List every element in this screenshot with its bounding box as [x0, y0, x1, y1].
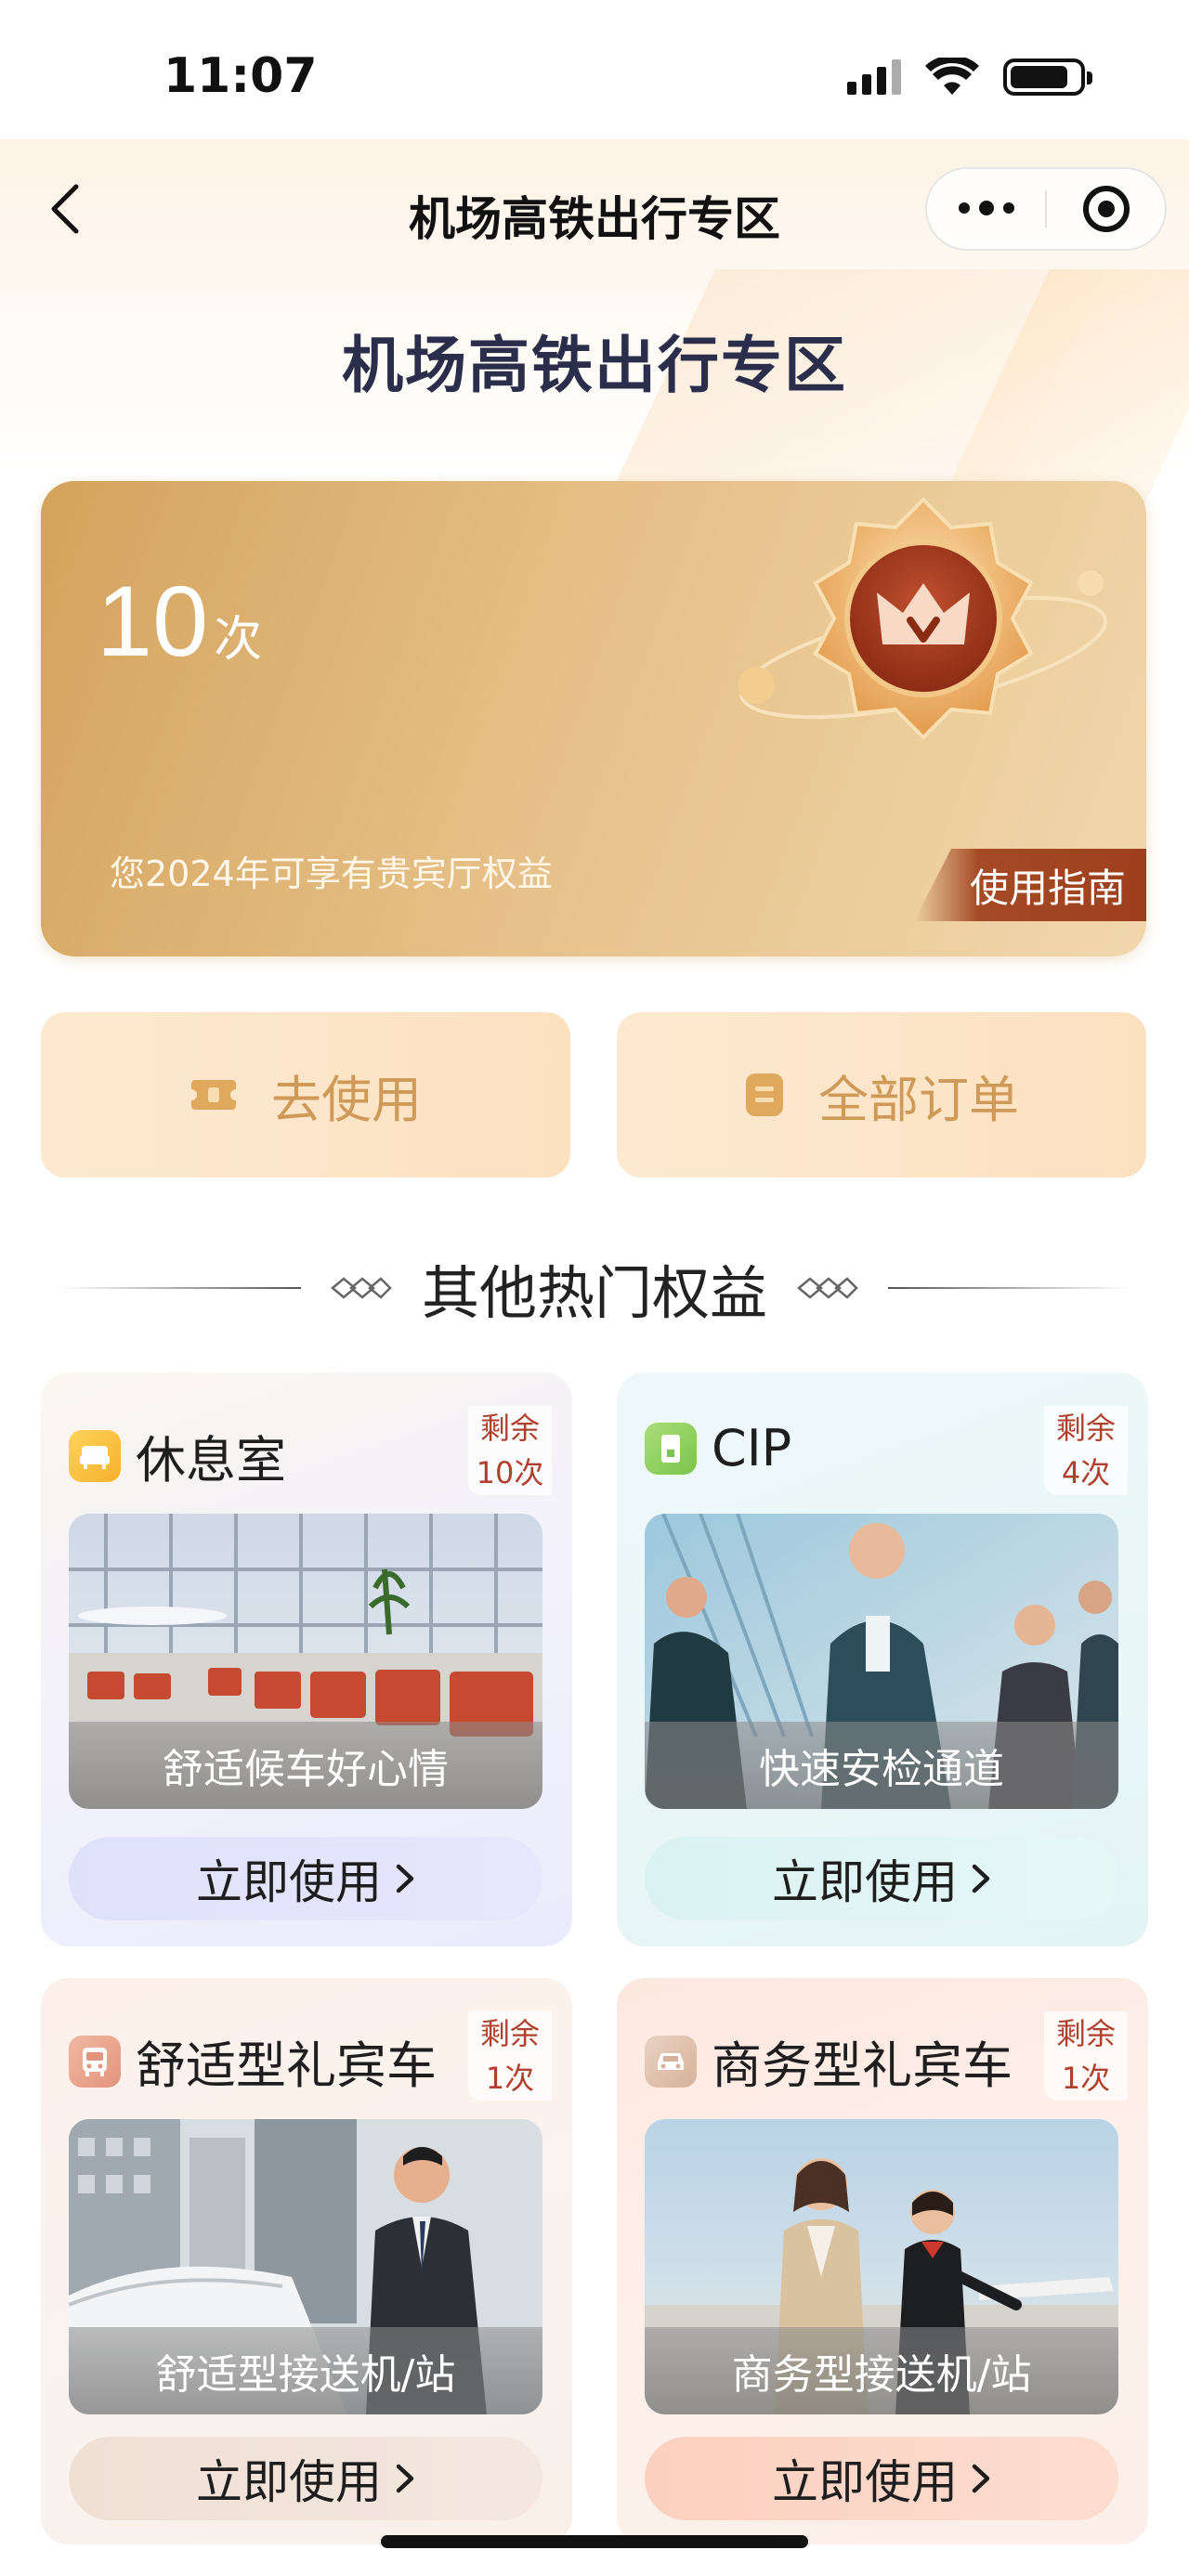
perk-remaining: 剩余 1次 [468, 2011, 552, 2101]
benefit-count-number: 10 [97, 565, 209, 677]
page-heading: 机场高铁出行专区 [342, 330, 847, 401]
status-time: 11:07 [163, 48, 318, 104]
benefit-count: 10 次 [97, 563, 262, 679]
lounge-photo: 舒适候车好心情 [69, 1514, 542, 1809]
all-orders-button[interactable]: 全部订单 [617, 1012, 1146, 1177]
perk-header: 商务型礼宾车 [645, 2024, 1013, 2098]
diamond-ornament-icon [797, 1277, 858, 1299]
benefit-card: 10 次 您2024年可享有贵宾厅权益 使用指南 [41, 481, 1146, 956]
go-use-button[interactable]: 去使用 [41, 1012, 570, 1177]
use-now-button[interactable]: 立即使用 [69, 2437, 542, 2520]
wifi-icon [925, 58, 979, 95]
remaining-label: 剩余 [1055, 2016, 1116, 2051]
perk-caption: 舒适候车好心情 [69, 1722, 542, 1809]
bus-icon [69, 2035, 121, 2088]
perk-remaining: 剩余 4次 [1044, 1406, 1128, 1495]
business-car-photo: 商务型接送机/站 [645, 2119, 1118, 2414]
close-miniprogram-button[interactable] [1047, 186, 1165, 232]
cellular-signal-icon [847, 59, 901, 95]
use-now-label: 立即使用 [196, 1855, 382, 1909]
benefit-count-unit: 次 [214, 612, 263, 668]
perk-header: CIP [645, 1419, 791, 1477]
more-icon[interactable] [927, 201, 1045, 215]
perk-title: CIP [712, 1419, 792, 1477]
remaining-count: 10次 [476, 1455, 544, 1490]
target-icon [1082, 186, 1130, 232]
perk-remaining: 剩余 1次 [1044, 2011, 1128, 2101]
perk-card-business-car: 商务型礼宾车 剩余 1次 商务型接送机/站 立即使用 [617, 1978, 1148, 2544]
perk-title: 商务型礼宾车 [712, 2036, 1013, 2095]
perk-header: 休息室 [69, 1419, 286, 1492]
usage-guide-button[interactable]: 使用指南 [913, 849, 1146, 921]
perk-header: 舒适型礼宾车 [69, 2024, 437, 2098]
miniprogram-capsule [925, 167, 1167, 251]
perk-caption: 商务型接送机/站 [645, 2327, 1118, 2414]
comfort-car-photo: 舒适型接送机/站 [69, 2119, 542, 2414]
use-now-button[interactable]: 立即使用 [69, 1837, 542, 1920]
chevron-right-icon [396, 1864, 414, 1893]
use-now-button[interactable]: 立即使用 [645, 1837, 1118, 1920]
perk-card-cip: CIP 剩余 4次 快速安检通道 立即使用 [617, 1373, 1148, 1946]
use-now-label: 立即使用 [772, 2455, 958, 2509]
perk-card-lounge: 休息室 剩余 10次 舒适候车好心情 立即使用 [41, 1373, 572, 1946]
nav-bar: 机场高铁出行专区 [0, 139, 1189, 279]
perk-remaining: 剩余 10次 [468, 1406, 552, 1495]
car-icon [645, 2035, 697, 2088]
section-header: 其他热门权益 [0, 1246, 1189, 1330]
all-orders-label: 全部订单 [818, 1070, 1019, 1129]
status-bar: 11:07 [0, 0, 1189, 139]
perk-title: 舒适型礼宾车 [136, 2036, 437, 2095]
section-title: 其他热门权益 [421, 1259, 767, 1327]
diamond-ornament-icon [331, 1277, 392, 1299]
cip-photo: 快速安检通道 [645, 1514, 1118, 1809]
remaining-label: 剩余 [479, 2016, 540, 2051]
remaining-label: 剩余 [479, 1411, 540, 1446]
home-indicator [381, 2535, 808, 2548]
go-use-label: 去使用 [271, 1070, 422, 1129]
remaining-count: 1次 [485, 2061, 535, 2096]
remaining-count: 1次 [1061, 2061, 1111, 2096]
chevron-right-icon [396, 2464, 414, 2493]
use-now-label: 立即使用 [772, 1855, 958, 1909]
door-icon [645, 1422, 697, 1475]
use-now-button[interactable]: 立即使用 [645, 2437, 1118, 2520]
use-now-label: 立即使用 [196, 2455, 382, 2509]
crown-badge-icon [719, 481, 1128, 806]
battery-icon [1003, 59, 1092, 96]
divider-left [59, 1287, 301, 1289]
perk-card-comfort-car: 舒适型礼宾车 剩余 1次 舒适型接送机/站 立即使用 [41, 1978, 572, 2544]
remaining-label: 剩余 [1055, 1411, 1116, 1446]
order-list-icon [746, 1073, 783, 1116]
divider-right [888, 1287, 1130, 1289]
benefit-description: 您2024年可享有贵宾厅权益 [110, 853, 553, 894]
remaining-count: 4次 [1061, 1455, 1111, 1490]
chevron-right-icon [972, 1864, 990, 1893]
perk-title: 休息室 [136, 1431, 286, 1490]
chevron-right-icon [972, 2464, 990, 2493]
status-icons [847, 58, 1092, 97]
perk-caption: 快速安检通道 [645, 1722, 1118, 1809]
sofa-icon [69, 1429, 121, 1482]
perk-caption: 舒适型接送机/站 [69, 2327, 542, 2414]
ticket-icon [191, 1080, 236, 1110]
